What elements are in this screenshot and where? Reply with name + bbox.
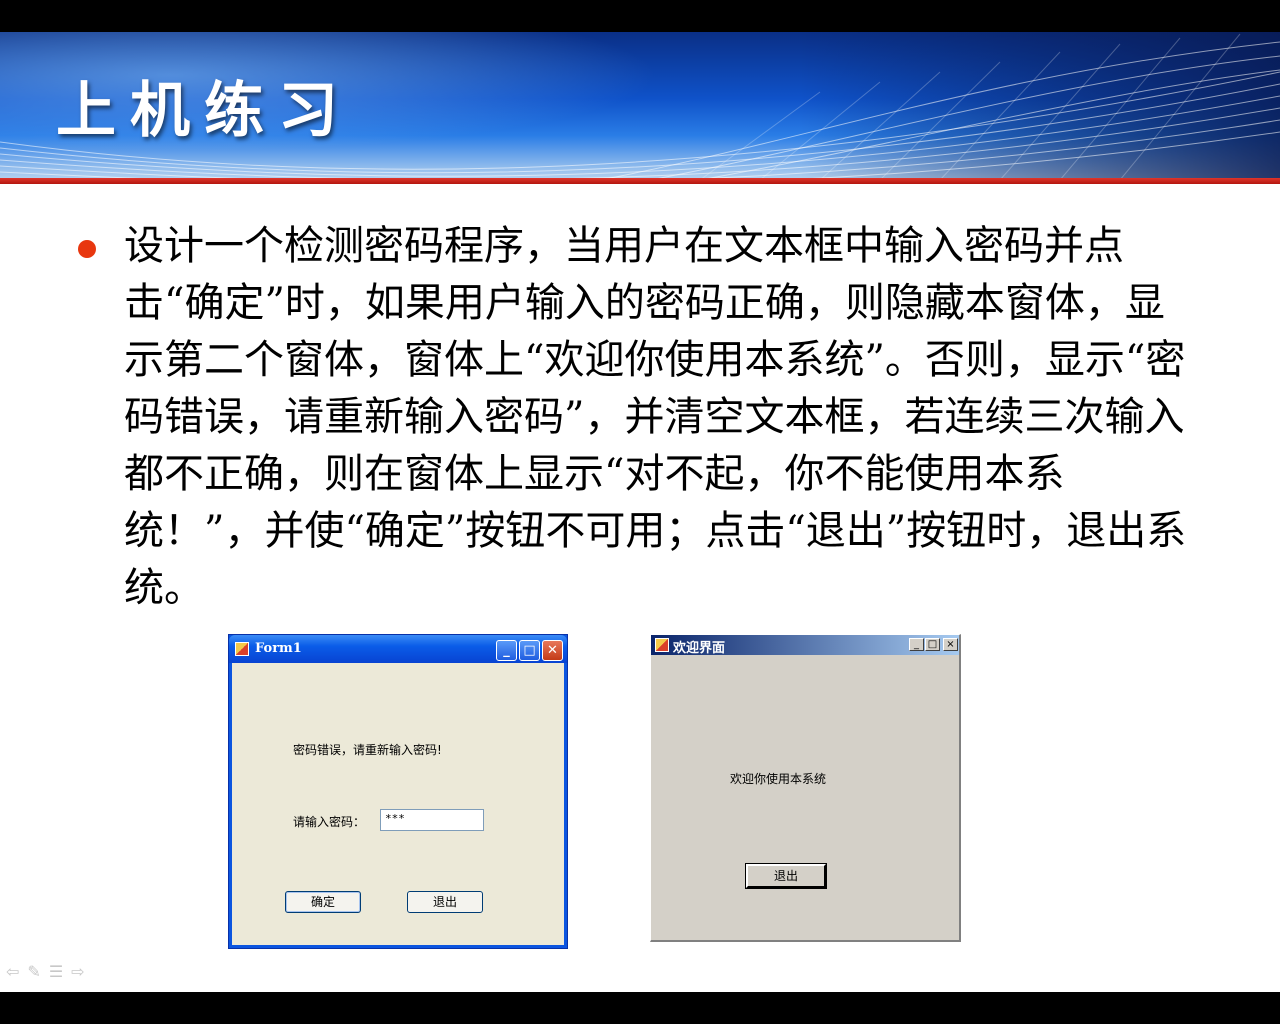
maximize-button[interactable]: □ [519,640,540,661]
header-banner: 上机练习 [0,32,1280,180]
exercise-description: 设计一个检测密码程序，当用户在文本框中输入密码并点击“确定”时，如果用户输入的密… [124,223,1187,611]
close-button[interactable]: ✕ [542,640,563,661]
close-button[interactable]: × [943,638,958,651]
header-divider [0,178,1280,184]
bullet-icon [78,240,96,258]
error-message-label: 密码错误，请重新输入密码! [293,743,442,757]
welcome-message-label: 欢迎你使用本系统 [730,772,827,786]
password-input[interactable]: *** [380,809,484,831]
form1-client-area: 密码错误，请重新输入密码! 请输入密码： *** 确定 退出 [232,663,564,945]
maximize-button[interactable]: □ [925,638,940,651]
ok-button[interactable]: 确定 [285,891,361,913]
app-icon [235,642,249,656]
slide-title: 上机练习 [56,76,352,146]
welcome-exit-button[interactable]: 退出 [745,863,827,889]
app-icon [655,638,669,652]
welcome-window: 欢迎界面 _ □ × 欢迎你使用本系统 退出 [650,634,961,942]
form1-window: Form1 _ □ ✕ 密码错误，请重新输入密码! 请输入密码： *** 确定 … [228,634,568,949]
arrow-left-icon[interactable]: ⇦ [6,962,19,982]
password-prompt-label: 请输入密码： [293,815,366,829]
welcome-title: 欢迎界面 [673,641,726,656]
minimize-button[interactable]: _ [496,640,517,661]
slideshow-nav: ⇦ ✎ ☰ ⇨ [6,962,85,982]
slide: 上机练习 设计一个检测密码程序，当用户在文本框中输入密码并点击“确定”时，如果用… [0,32,1280,992]
arrow-right-icon[interactable]: ⇨ [71,962,84,982]
welcome-titlebar[interactable]: 欢迎界面 _ □ × [651,635,959,656]
pen-icon[interactable]: ✎ [27,962,40,982]
minimize-button[interactable]: _ [909,638,924,651]
menu-icon[interactable]: ☰ [49,962,63,982]
form1-titlebar[interactable]: Form1 _ □ ✕ [229,635,567,663]
exit-button[interactable]: 退出 [407,891,483,913]
form1-title: Form1 [255,641,302,656]
